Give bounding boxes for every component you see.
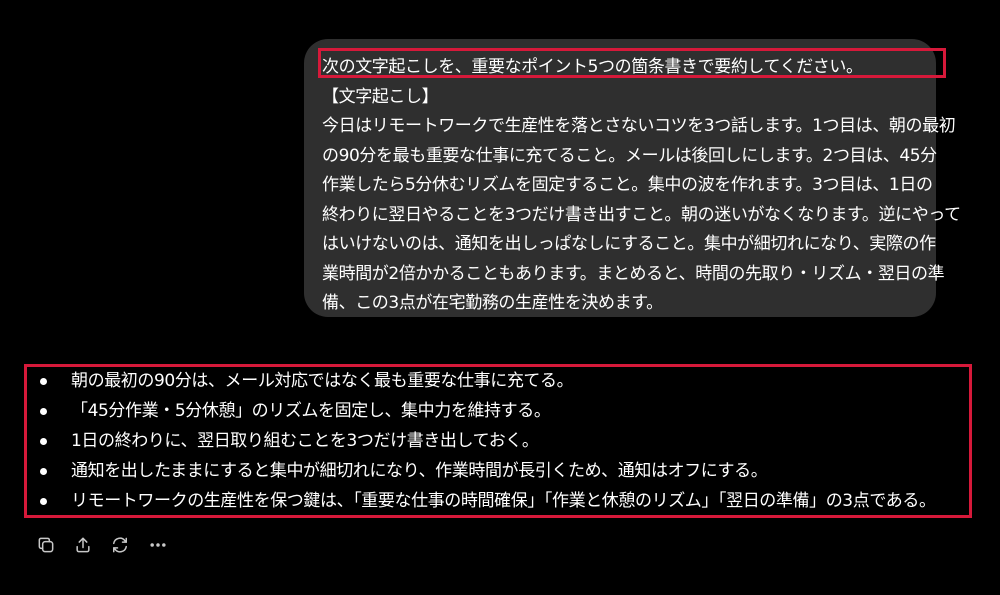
transcript-line: 終わりに翌日やることを3つだけ書き出すこと。朝の迷いがなくなります。逆にやって	[322, 204, 961, 225]
transcript-line: 今日はリモートワークで生産性を落とさないコツを3つ話します。1つ目は、朝の最初	[322, 116, 956, 136]
transcript-line: はいけないのは、通知を出しっぱなしにすること。集中が細切れになり、実際の作	[322, 234, 936, 254]
instruction-highlight-box	[318, 48, 946, 78]
transcript-line: 作業したら5分休むリズムを固定すること。集中の波を作れます。3つ目は、1日の	[322, 175, 933, 195]
user-message-text: 次の文字起こしを、重要なポイント5つの箇条書きで要約してください。 【文字起こし…	[322, 53, 961, 319]
response-highlight-box	[24, 364, 972, 518]
more-options-button[interactable]	[146, 533, 170, 557]
transcript-line: 業時間が2倍かかることもあります。まとめると、時間の先取り・リズム・翌日の準	[322, 263, 945, 284]
transcript-line: の90分を最も重要な仕事に充てること。メールは後回しにします。2つ目は、45分	[322, 145, 937, 166]
copy-button[interactable]	[34, 533, 58, 557]
share-button[interactable]	[71, 533, 95, 557]
copy-icon	[38, 537, 54, 553]
regenerate-button[interactable]	[108, 533, 132, 557]
transcript-heading: 【文字起こし】	[322, 86, 439, 107]
transcript-line: 備、この3点が在宅勤務の生産性を決めます。	[322, 293, 663, 313]
more-icon	[150, 543, 166, 547]
share-icon	[76, 537, 90, 553]
regenerate-icon	[113, 537, 127, 553]
